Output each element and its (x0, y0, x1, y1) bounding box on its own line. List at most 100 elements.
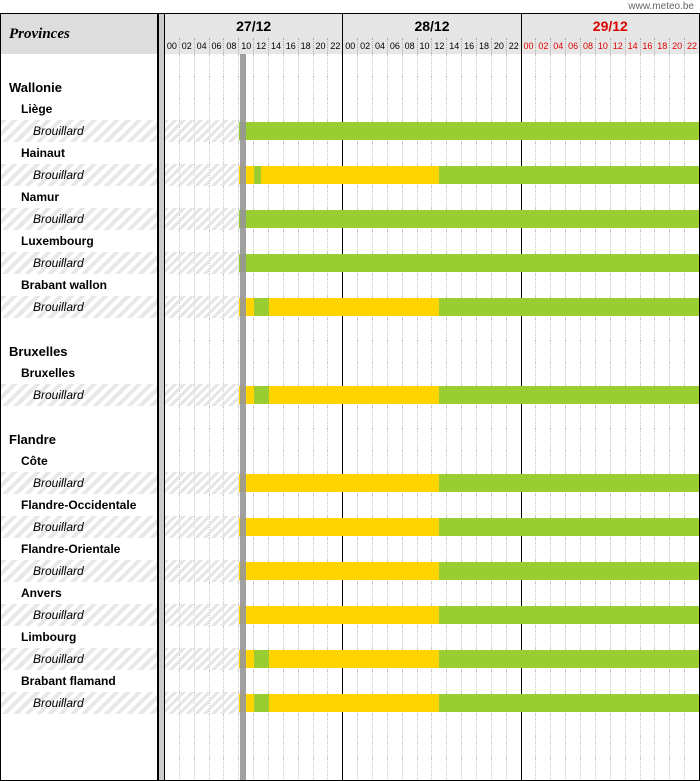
hour-header: 10 (596, 38, 611, 54)
timeline-bar (239, 122, 699, 140)
phenomenon-label: Brouillard (1, 120, 159, 142)
phenomenon-label: Brouillard (1, 208, 159, 230)
timeline-bar (239, 518, 439, 536)
now-indicator (240, 736, 246, 758)
hour-header: 04 (373, 38, 388, 54)
hour-header: 02 (358, 38, 373, 54)
spacer-row (1, 758, 699, 780)
phenomenon-row: Brouillard (1, 208, 699, 230)
row-timeline (165, 516, 699, 538)
hour-header: 20 (670, 38, 685, 54)
now-indicator (240, 604, 246, 626)
row-timeline (165, 494, 699, 516)
now-indicator (240, 714, 246, 736)
now-indicator (240, 758, 246, 780)
phenomenon-row: Brouillard (1, 296, 699, 318)
province-label: Liège (1, 98, 159, 120)
hour-header: 14 (626, 38, 641, 54)
spacer-row (1, 318, 699, 340)
phenomenon-row: Brouillard (1, 648, 699, 670)
province-row: Luxembourg (1, 230, 699, 252)
spacer-label (1, 714, 159, 736)
hour-header: 20 (492, 38, 507, 54)
row-timeline (165, 604, 699, 626)
header-timeline: 27/1228/1229/12 000204060810121416182022… (165, 14, 699, 54)
province-row: Brabant wallon (1, 274, 699, 296)
timeline-bar (439, 386, 699, 404)
row-timeline (165, 670, 699, 692)
hour-header: 02 (180, 38, 195, 54)
hour-header: 08 (403, 38, 418, 54)
row-timeline (165, 692, 699, 714)
spacer-label (1, 54, 159, 76)
row-timeline (165, 54, 699, 76)
forecast-table: Provinces 27/1228/1229/12 00020406081012… (0, 13, 700, 781)
hour-header: 08 (224, 38, 239, 54)
spacer-row (1, 54, 699, 76)
row-timeline (165, 582, 699, 604)
timeline-bar (439, 474, 699, 492)
row-timeline (165, 98, 699, 120)
row-timeline (165, 538, 699, 560)
now-indicator (240, 98, 246, 120)
row-timeline (165, 318, 699, 340)
timeline-bar (439, 562, 699, 580)
hour-header: 12 (254, 38, 269, 54)
now-indicator (240, 54, 246, 76)
province-row: Liège (1, 98, 699, 120)
province-label: Brabant wallon (1, 274, 159, 296)
row-timeline (165, 296, 699, 318)
hour-header: 08 (581, 38, 596, 54)
province-label: Flandre-Occidentale (1, 494, 159, 516)
province-row: Limbourg (1, 626, 699, 648)
timeline-bar (254, 166, 261, 184)
timeline-bar (439, 606, 699, 624)
row-timeline (165, 252, 699, 274)
now-indicator (240, 296, 246, 318)
now-indicator (240, 626, 246, 648)
timeline-bar (261, 166, 439, 184)
row-timeline (165, 406, 699, 428)
row-timeline (165, 142, 699, 164)
spacer-label (1, 406, 159, 428)
timeline-bar (239, 562, 439, 580)
phenomenon-row: Brouillard (1, 384, 699, 406)
phenomenon-row: Brouillard (1, 692, 699, 714)
hour-header: 06 (566, 38, 581, 54)
phenomenon-label: Brouillard (1, 516, 159, 538)
phenomenon-label: Brouillard (1, 692, 159, 714)
hour-header: 20 (314, 38, 329, 54)
timeline-bar (269, 298, 440, 316)
province-label: Limbourg (1, 626, 159, 648)
now-indicator (240, 142, 246, 164)
spacer-label (1, 318, 159, 340)
hour-header: 04 (551, 38, 566, 54)
row-timeline (165, 120, 699, 142)
now-indicator (240, 186, 246, 208)
hour-header: 18 (655, 38, 670, 54)
province-row: Namur (1, 186, 699, 208)
hour-header: 16 (462, 38, 477, 54)
timeline-bar (269, 694, 440, 712)
now-indicator (240, 318, 246, 340)
timeline-bar (439, 518, 699, 536)
now-indicator (240, 340, 246, 362)
row-timeline (165, 428, 699, 450)
now-indicator (240, 494, 246, 516)
hour-header: 14 (447, 38, 462, 54)
now-indicator (240, 428, 246, 450)
phenomenon-label: Brouillard (1, 384, 159, 406)
hour-header: 12 (432, 38, 447, 54)
now-indicator (240, 120, 246, 142)
region-label: Flandre (1, 428, 159, 450)
hour-header: 14 (269, 38, 284, 54)
hour-header: 00 (343, 38, 358, 54)
date-header: 27/12 (165, 14, 343, 38)
now-indicator (240, 384, 246, 406)
now-indicator (240, 670, 246, 692)
now-indicator (240, 362, 246, 384)
hour-header: 18 (299, 38, 314, 54)
row-timeline (165, 758, 699, 780)
row-timeline (165, 626, 699, 648)
timeline-bar (439, 166, 699, 184)
